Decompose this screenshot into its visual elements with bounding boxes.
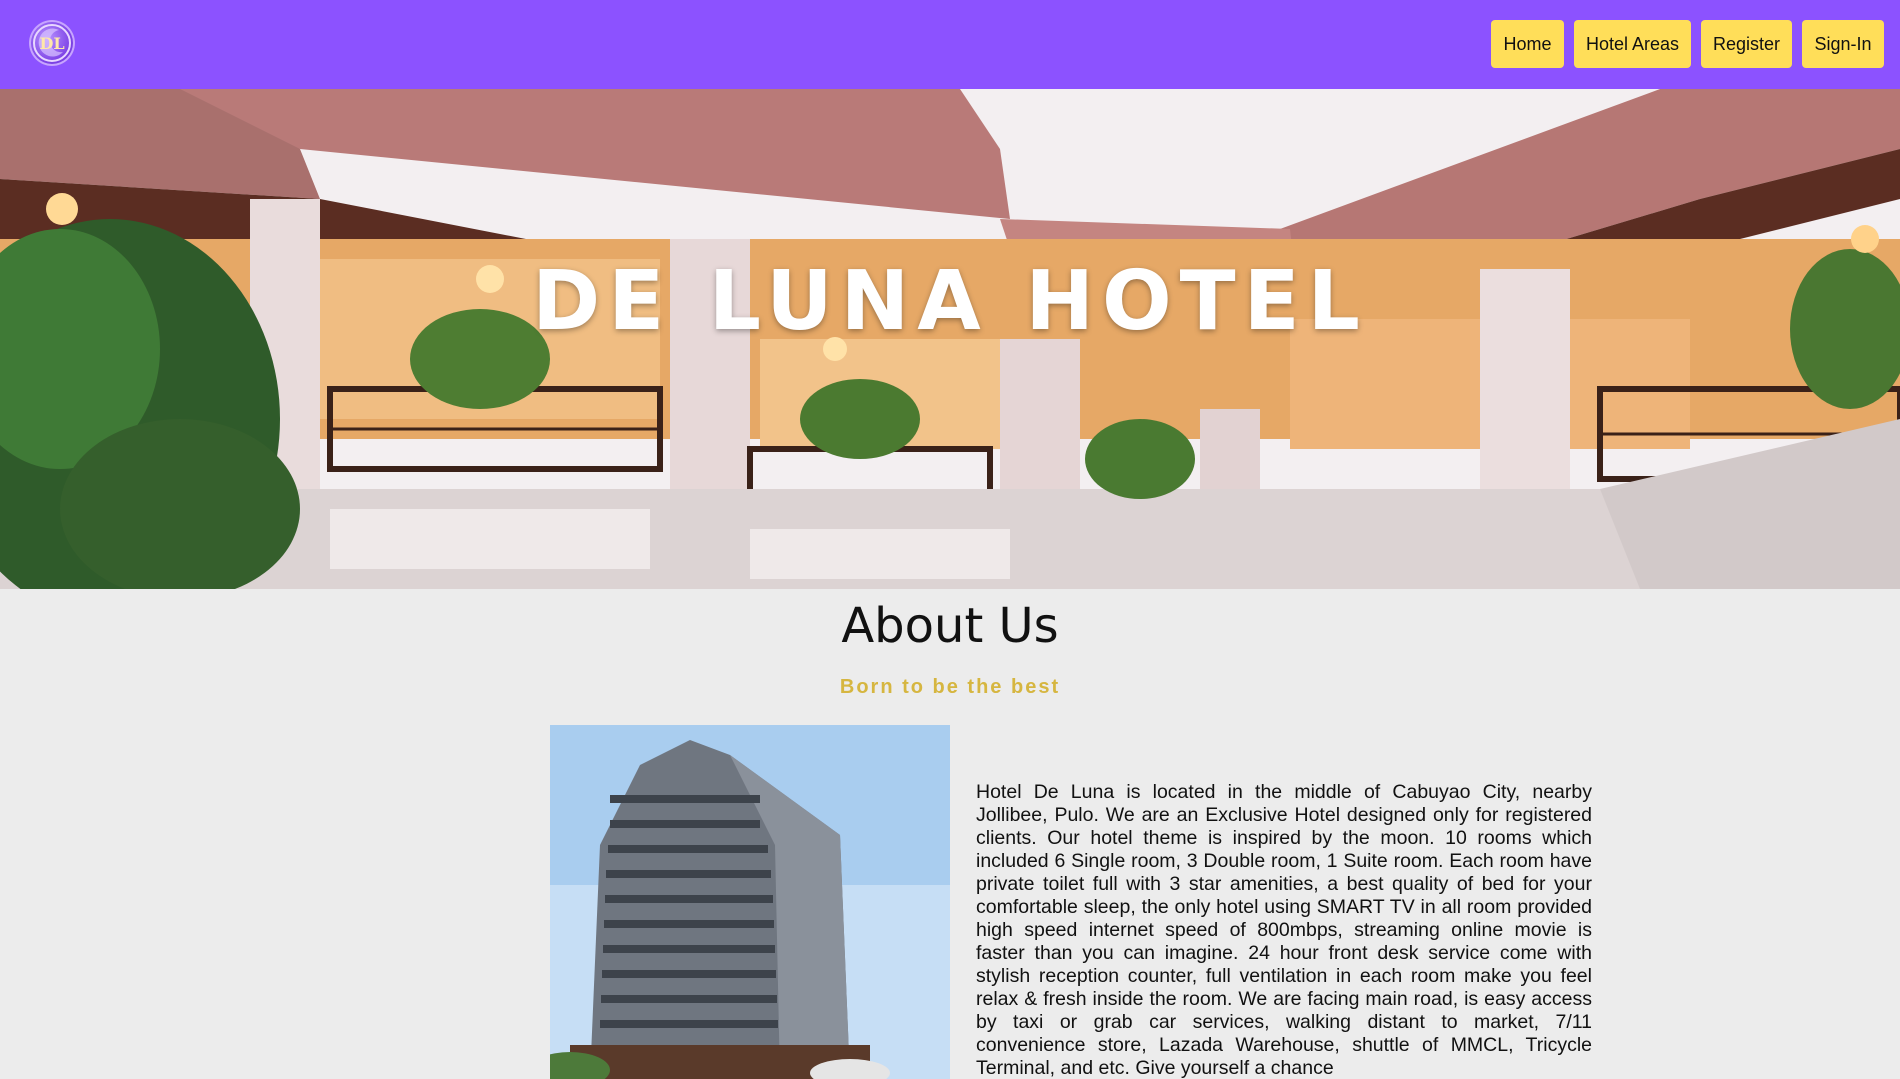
nav-sign-in-button[interactable]: Sign-In [1802, 20, 1884, 68]
navbar: DL Home Hotel Areas Register Sign-In [0, 0, 1900, 89]
about-subtitle: Born to be the best [839, 676, 1061, 698]
nav-hotel-areas-button[interactable]: Hotel Areas [1574, 20, 1691, 68]
moon-logo-icon: DL [33, 24, 71, 62]
svg-text:DL: DL [39, 34, 64, 53]
hero-banner: DE LUNA HOTEL [0, 89, 1900, 589]
hotel-logo[interactable]: DL [29, 20, 75, 66]
hotel-building-image [550, 725, 950, 1079]
hero-title: DE LUNA HOTEL [532, 254, 1368, 349]
about-title: About Us [841, 598, 1059, 654]
nav-home-button[interactable]: Home [1491, 20, 1564, 68]
nav-register-button[interactable]: Register [1701, 20, 1792, 68]
about-description: Hotel De Luna is located in the middle o… [976, 781, 1592, 1079]
building-photo [550, 725, 950, 1079]
